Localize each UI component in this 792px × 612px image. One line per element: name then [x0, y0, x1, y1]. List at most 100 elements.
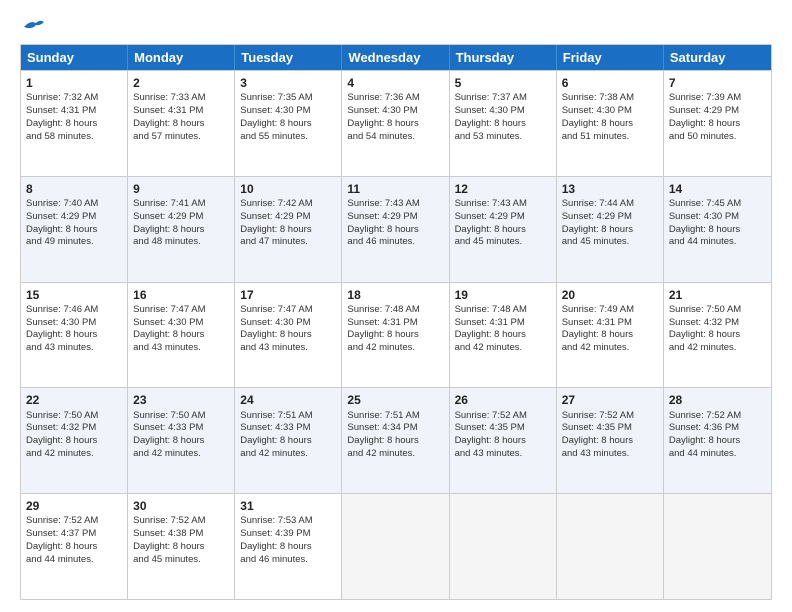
day-info: Sunrise: 7:44 AMSunset: 4:29 PMDaylight:… — [562, 198, 634, 247]
day-cell-8: 8Sunrise: 7:40 AMSunset: 4:29 PMDaylight… — [21, 177, 128, 282]
day-info: Sunrise: 7:46 AMSunset: 4:30 PMDaylight:… — [26, 304, 98, 353]
calendar-header: SundayMondayTuesdayWednesdayThursdayFrid… — [21, 45, 771, 70]
day-cell-23: 23 Sunrise: 7:50 AMSunset: 4:33 PMDayligh… — [128, 388, 235, 493]
day-number: 23 — [133, 392, 229, 408]
day-info: Sunrise: 7:45 AMSunset: 4:30 PMDaylight:… — [669, 198, 741, 247]
day-info: Sunrise: 7:48 AMSunset: 4:31 PMDaylight:… — [347, 304, 419, 353]
day-cell-2: 2Sunrise: 7:33 AMSunset: 4:31 PMDaylight… — [128, 71, 235, 176]
day-info: Sunrise: 7:50 AMSunset: 4:32 PMDaylight:… — [669, 304, 741, 353]
day-cell-4: 4Sunrise: 7:36 AMSunset: 4:30 PMDaylight… — [342, 71, 449, 176]
day-cell-30: 30Sunrise: 7:52 AMSunset: 4:38 PMDayligh… — [128, 494, 235, 599]
day-number: 11 — [347, 181, 443, 197]
day-info: Sunrise: 7:35 AMSunset: 4:30 PMDaylight:… — [240, 92, 312, 141]
day-cell-12: 12Sunrise: 7:43 AMSunset: 4:29 PMDayligh… — [450, 177, 557, 282]
day-info: Sunrise: 7:52 AMSunset: 4:38 PMDaylight:… — [133, 515, 205, 564]
day-info: Sunrise: 7:43 AMSunset: 4:29 PMDaylight:… — [455, 198, 527, 247]
calendar: SundayMondayTuesdayWednesdayThursdayFrid… — [20, 44, 772, 600]
day-info: Sunrise: 7:53 AMSunset: 4:39 PMDaylight:… — [240, 515, 312, 564]
day-number: 22 — [26, 392, 122, 408]
day-cell-19: 19Sunrise: 7:48 AMSunset: 4:31 PMDayligh… — [450, 283, 557, 388]
day-number: 25 — [347, 392, 443, 408]
day-cell-27: 27 Sunrise: 7:52 AMSunset: 4:35 PMDayligh… — [557, 388, 664, 493]
day-number: 20 — [562, 287, 658, 303]
day-cell-5: 5Sunrise: 7:37 AMSunset: 4:30 PMDaylight… — [450, 71, 557, 176]
day-info: Sunrise: 7:40 AMSunset: 4:29 PMDaylight:… — [26, 198, 98, 247]
calendar-row-3: 15Sunrise: 7:46 AMSunset: 4:30 PMDayligh… — [21, 282, 771, 388]
day-cell-6: 6Sunrise: 7:38 AMSunset: 4:30 PMDaylight… — [557, 71, 664, 176]
header-day-wednesday: Wednesday — [342, 45, 449, 70]
day-number: 8 — [26, 181, 122, 197]
day-number: 28 — [669, 392, 766, 408]
day-number: 4 — [347, 75, 443, 91]
day-number: 18 — [347, 287, 443, 303]
day-info: Sunrise: 7:38 AMSunset: 4:30 PMDaylight:… — [562, 92, 634, 141]
day-number: 2 — [133, 75, 229, 91]
day-info: Sunrise: 7:43 AMSunset: 4:29 PMDaylight:… — [347, 198, 419, 247]
header-day-monday: Monday — [128, 45, 235, 70]
day-cell-25: 25 Sunrise: 7:51 AMSunset: 4:34 PMDayligh… — [342, 388, 449, 493]
page: SundayMondayTuesdayWednesdayThursdayFrid… — [0, 0, 792, 612]
calendar-body: 1Sunrise: 7:32 AMSunset: 4:31 PMDaylight… — [21, 70, 771, 599]
day-number: 1 — [26, 75, 122, 91]
day-number: 13 — [562, 181, 658, 197]
day-info: Sunrise: 7:52 AMSunset: 4:37 PMDaylight:… — [26, 515, 98, 564]
day-cell-16: 16Sunrise: 7:47 AMSunset: 4:30 PMDayligh… — [128, 283, 235, 388]
day-cell-29: 29Sunrise: 7:52 AMSunset: 4:37 PMDayligh… — [21, 494, 128, 599]
day-info: Sunrise: 7:32 AMSunset: 4:31 PMDaylight:… — [26, 92, 98, 141]
calendar-row-2: 8Sunrise: 7:40 AMSunset: 4:29 PMDaylight… — [21, 176, 771, 282]
day-cell-31: 31Sunrise: 7:53 AMSunset: 4:39 PMDayligh… — [235, 494, 342, 599]
day-cell-11: 11Sunrise: 7:43 AMSunset: 4:29 PMDayligh… — [342, 177, 449, 282]
day-number: 5 — [455, 75, 551, 91]
calendar-row-1: 1Sunrise: 7:32 AMSunset: 4:31 PMDaylight… — [21, 70, 771, 176]
day-cell-14: 14Sunrise: 7:45 AMSunset: 4:30 PMDayligh… — [664, 177, 771, 282]
day-cell-22: 22 Sunrise: 7:50 AMSunset: 4:32 PMDayligh… — [21, 388, 128, 493]
day-number: 24 — [240, 392, 336, 408]
day-info: Sunrise: 7:52 AMSunset: 4:35 PMDaylight:… — [455, 410, 527, 459]
day-info: Sunrise: 7:51 AMSunset: 4:33 PMDaylight:… — [240, 410, 312, 459]
day-cell-20: 20Sunrise: 7:49 AMSunset: 4:31 PMDayligh… — [557, 283, 664, 388]
empty-cell-4-6 — [664, 494, 771, 599]
day-info: Sunrise: 7:52 AMSunset: 4:35 PMDaylight:… — [562, 410, 634, 459]
day-info: Sunrise: 7:52 AMSunset: 4:36 PMDaylight:… — [669, 410, 741, 459]
empty-cell-4-4 — [450, 494, 557, 599]
day-number: 7 — [669, 75, 766, 91]
day-cell-21: 21Sunrise: 7:50 AMSunset: 4:32 PMDayligh… — [664, 283, 771, 388]
day-number: 27 — [562, 392, 658, 408]
day-cell-26: 26Sunrise: 7:52 AMSunset: 4:35 PMDayligh… — [450, 388, 557, 493]
day-info: Sunrise: 7:49 AMSunset: 4:31 PMDaylight:… — [562, 304, 634, 353]
day-number: 31 — [240, 498, 336, 514]
day-info: Sunrise: 7:50 AMSunset: 4:33 PMDaylight:… — [133, 410, 205, 459]
day-info: Sunrise: 7:51 AMSunset: 4:34 PMDaylight:… — [347, 410, 419, 459]
header-day-thursday: Thursday — [450, 45, 557, 70]
day-cell-7: 7Sunrise: 7:39 AMSunset: 4:29 PMDaylight… — [664, 71, 771, 176]
empty-cell-4-5 — [557, 494, 664, 599]
day-info: Sunrise: 7:36 AMSunset: 4:30 PMDaylight:… — [347, 92, 419, 141]
day-cell-1: 1Sunrise: 7:32 AMSunset: 4:31 PMDaylight… — [21, 71, 128, 176]
header-day-saturday: Saturday — [664, 45, 771, 70]
day-cell-3: 3Sunrise: 7:35 AMSunset: 4:30 PMDaylight… — [235, 71, 342, 176]
day-cell-13: 13Sunrise: 7:44 AMSunset: 4:29 PMDayligh… — [557, 177, 664, 282]
day-number: 15 — [26, 287, 122, 303]
day-info: Sunrise: 7:50 AMSunset: 4:32 PMDaylight:… — [26, 410, 98, 459]
day-cell-28: 28 Sunrise: 7:52 AMSunset: 4:36 PMDayligh… — [664, 388, 771, 493]
day-number: 6 — [562, 75, 658, 91]
day-info: Sunrise: 7:47 AMSunset: 4:30 PMDaylight:… — [240, 304, 312, 353]
day-number: 21 — [669, 287, 766, 303]
day-cell-24: 24 Sunrise: 7:51 AMSunset: 4:33 PMDayligh… — [235, 388, 342, 493]
day-number: 10 — [240, 181, 336, 197]
day-info: Sunrise: 7:42 AMSunset: 4:29 PMDaylight:… — [240, 198, 312, 247]
empty-cell-4-3 — [342, 494, 449, 599]
day-info: Sunrise: 7:41 AMSunset: 4:29 PMDaylight:… — [133, 198, 205, 247]
day-number: 17 — [240, 287, 336, 303]
header-day-friday: Friday — [557, 45, 664, 70]
day-number: 19 — [455, 287, 551, 303]
day-number: 12 — [455, 181, 551, 197]
logo-bird-icon — [22, 18, 44, 36]
day-info: Sunrise: 7:37 AMSunset: 4:30 PMDaylight:… — [455, 92, 527, 141]
day-info: Sunrise: 7:47 AMSunset: 4:30 PMDaylight:… — [133, 304, 205, 353]
day-number: 30 — [133, 498, 229, 514]
header — [20, 18, 772, 36]
day-cell-10: 10Sunrise: 7:42 AMSunset: 4:29 PMDayligh… — [235, 177, 342, 282]
day-cell-18: 18Sunrise: 7:48 AMSunset: 4:31 PMDayligh… — [342, 283, 449, 388]
day-info: Sunrise: 7:48 AMSunset: 4:31 PMDaylight:… — [455, 304, 527, 353]
